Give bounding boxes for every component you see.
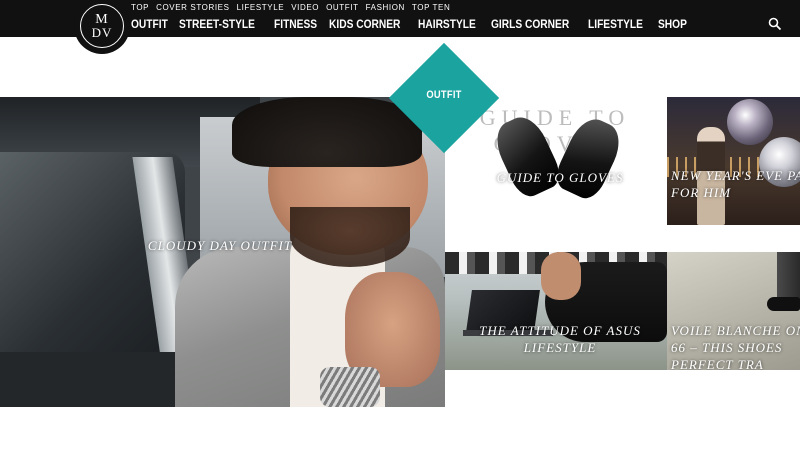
mdv-monogram-icon: M DV	[92, 12, 113, 40]
svg-text:DV: DV	[92, 25, 113, 40]
mainnav-girls-corner[interactable]: GIRLS CORNER	[491, 17, 569, 31]
photo-car-door	[0, 352, 180, 407]
photo-bracelets	[320, 367, 380, 407]
section-label: OUTFIT	[426, 89, 462, 101]
article-tile-cloudy-day-outfit[interactable]: CLOUDY DAY OUTFIT	[0, 97, 445, 407]
tile-caption: VOILE BLANCHE ON 66 – THIS SHOES PERFECT…	[671, 323, 800, 370]
article-tile-guide-to-gloves[interactable]: GUIDE TO GLOVES GUIDE TO GLOVES	[445, 97, 667, 252]
main-nav: OUTFIT STREET-STYLE FITNESS KIDS CORNER …	[131, 17, 687, 31]
article-tile-asus-lifestyle[interactable]: THE ATTITUDE OF ASUS LIFESTYLE	[445, 252, 667, 370]
tile-caption: GUIDE TO GLOVES	[496, 170, 624, 185]
subnav-top[interactable]: TOP	[131, 3, 149, 12]
photo-shoe	[767, 297, 800, 311]
search-icon	[768, 17, 782, 31]
mainnav-street-style[interactable]: STREET-STYLE	[179, 17, 255, 31]
tile-caption: THE ATTITUDE OF ASUS LIFESTYLE	[479, 323, 641, 355]
mainnav-lifestyle[interactable]: LIFESTYLE	[588, 17, 643, 31]
mainnav-kids-corner[interactable]: KIDS CORNER	[329, 17, 400, 31]
photo-beard	[290, 207, 410, 267]
tile-caption: CLOUDY DAY OUTFIT	[147, 238, 293, 253]
article-tile-new-years-eve[interactable]: NEW YEAR'S EVE PA FOR HIM	[667, 97, 800, 225]
subnav-fashion[interactable]: FASHION	[366, 3, 405, 12]
logo-monogram: M DV	[80, 4, 124, 48]
secondary-nav: TOP COVER STORIES LIFESTYLE VIDEO OUTFIT…	[131, 3, 450, 12]
site-logo[interactable]: M DV	[74, 0, 130, 54]
mainnav-outfit[interactable]: OUTFIT	[131, 17, 168, 31]
tile-caption: NEW YEAR'S EVE PA FOR HIM	[671, 168, 800, 200]
mainnav-shop[interactable]: SHOP	[658, 17, 687, 31]
photo-hair	[232, 97, 422, 167]
subnav-top-ten[interactable]: TOP TEN	[412, 3, 450, 12]
mainnav-hairstyle[interactable]: HAIRSTYLE	[418, 17, 476, 31]
photo-arm	[541, 252, 581, 300]
photo-disco-ball	[727, 99, 773, 145]
search-button[interactable]	[768, 17, 782, 31]
subnav-video[interactable]: VIDEO	[291, 3, 319, 12]
subnav-cover-stories[interactable]: COVER STORIES	[156, 3, 229, 12]
subnav-lifestyle[interactable]: LIFESTYLE	[237, 3, 285, 12]
mainnav-fitness[interactable]: FITNESS	[274, 17, 317, 31]
subnav-outfit[interactable]: OUTFIT	[326, 3, 358, 12]
article-tile-voile-blanche[interactable]: VOILE BLANCHE ON 66 – THIS SHOES PERFECT…	[667, 252, 800, 370]
